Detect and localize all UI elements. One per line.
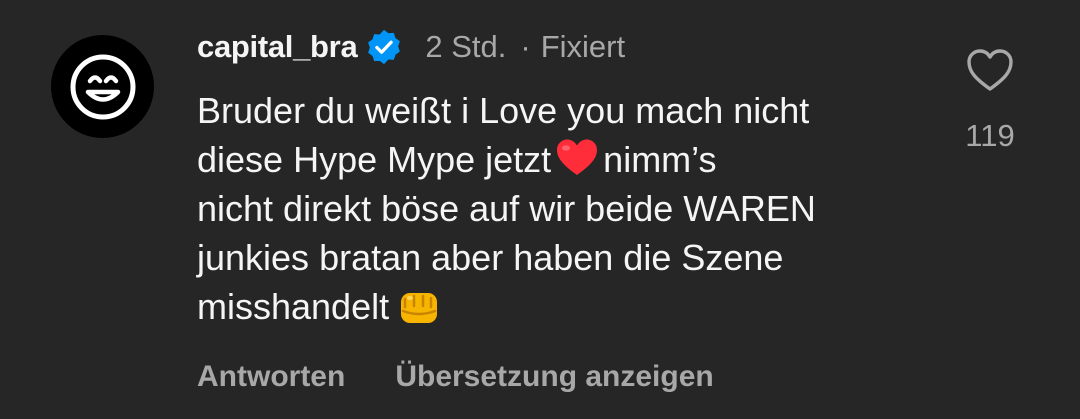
comment-text-fragment: misshandelt — [197, 286, 390, 327]
comment-text-line: diese Hype Mype jetzt nimm’s — [197, 135, 927, 184]
avatar[interactable] — [51, 35, 154, 138]
comment-body: capital_bra 2 Std. · Fixiert Bruder du w… — [197, 22, 927, 331]
comment-meta: capital_bra 2 Std. · Fixiert — [197, 22, 927, 72]
like-count: 119 — [965, 118, 1015, 153]
comment-text-line: junkies bratan aber haben die Szene — [197, 237, 784, 278]
comment-timestamp: 2 Std. — [425, 29, 507, 64]
username-link[interactable]: capital_bra — [197, 29, 358, 65]
comment-item: capital_bra 2 Std. · Fixiert Bruder du w… — [0, 0, 1080, 419]
comment-actions: Antworten Übersetzung anzeigen — [197, 360, 714, 394]
verified-badge-icon — [365, 28, 403, 66]
red-heart-emoji — [555, 138, 599, 178]
comment-text-line: Bruder du weißt i Love you mach nicht — [197, 90, 810, 131]
comment-text-fragment: nimm’s — [603, 139, 717, 180]
comment-text: Bruder du weißt i Love you mach nicht di… — [197, 86, 927, 331]
heart-outline-icon[interactable] — [966, 48, 1014, 92]
oncoming-fist-emoji — [397, 287, 441, 327]
show-translation-button[interactable]: Übersetzung anzeigen — [395, 360, 713, 394]
comment-text-fragment: diese Hype Mype jetzt — [197, 139, 552, 180]
smiling-face-icon — [70, 54, 135, 119]
meta-separator: · — [520, 29, 531, 64]
pinned-label: Fixiert — [540, 29, 626, 64]
comment-text-line: misshandelt — [197, 282, 927, 331]
like-control: 119 — [960, 48, 1020, 154]
comment-text-line: nicht direkt böse auf wir beide WAREN — [197, 188, 816, 229]
reply-button[interactable]: Antworten — [197, 360, 345, 394]
